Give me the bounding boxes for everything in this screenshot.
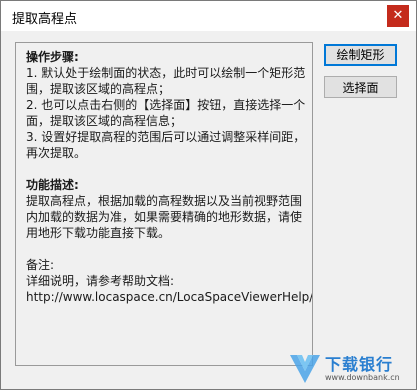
watermark-brand: 下载银行 xyxy=(325,355,394,374)
help-url: http://www.locaspace.cn/LocaSpaceViewerH… xyxy=(26,290,313,304)
watermark-url: www.downbank.cn xyxy=(325,373,400,382)
close-button[interactable]: ✕ xyxy=(387,5,409,27)
title-bar[interactable]: 提取高程点 ✕ xyxy=(1,1,416,31)
help-text-box: 操作步骤: 1. 默认处于绘制面的状态，此时可以绘制一个矩形范围，提取该区域的高… xyxy=(15,42,313,366)
watermark-logo-icon xyxy=(290,355,320,383)
draw-rectangle-button[interactable]: 绘制矩形 xyxy=(324,44,397,66)
description-heading: 功能描述: xyxy=(26,178,79,192)
steps-heading: 操作步骤: xyxy=(26,50,79,64)
dialog-window: 提取高程点 ✕ 操作步骤: 1. 默认处于绘制面的状态，此时可以绘制一个矩形范围… xyxy=(0,0,417,390)
watermark: 下载银行 www.downbank.cn xyxy=(285,347,413,387)
help-text: 操作步骤: 1. 默认处于绘制面的状态，此时可以绘制一个矩形范围，提取该区域的高… xyxy=(26,49,313,305)
select-face-button[interactable]: 选择面 xyxy=(324,76,397,98)
note-line: 详细说明，请参考帮助文档: xyxy=(26,274,175,288)
description-text: 提取高程点，根据加载的高程数据以及当前视野范围内加载的数据为准，如果需要精确的地… xyxy=(26,194,303,240)
step-3: 3. 设置好提取高程的范围后可以通过调整采样间距，再次提取。 xyxy=(26,130,306,160)
window-title: 提取高程点 xyxy=(12,12,78,27)
step-2: 2. 也可以点击右侧的【选择面】按钮，直接选择一个面，提取该区域的高程信息； xyxy=(26,98,306,128)
close-icon: ✕ xyxy=(392,8,404,23)
note-heading: 备注: xyxy=(26,258,55,272)
step-1: 1. 默认处于绘制面的状态，此时可以绘制一个矩形范围，提取该区域的高程点； xyxy=(26,66,306,96)
